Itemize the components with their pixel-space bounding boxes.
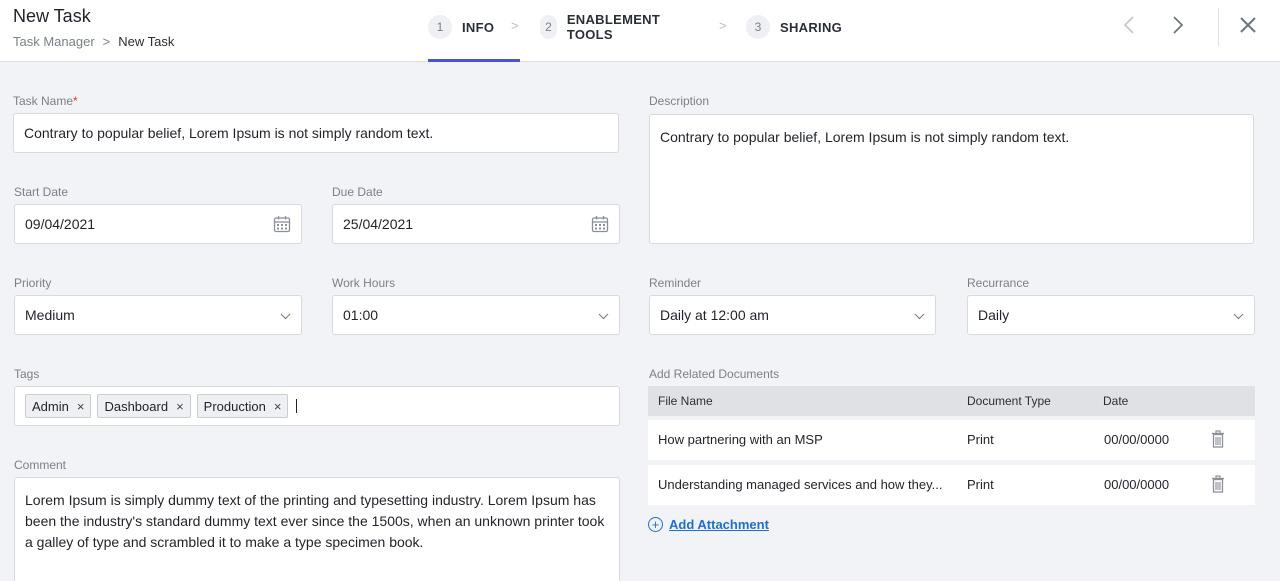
step-number: 1 [428,15,452,39]
recurrance-value: Daily [978,307,1010,323]
tag-label: Admin [32,398,69,414]
due-date-field[interactable]: 25/04/2021 [332,204,620,244]
work-hours-label: Work Hours [332,276,396,290]
description-textarea[interactable]: Contrary to popular belief, Lorem Ipsum … [649,114,1254,244]
column-header-document-type: Document Type [967,394,1051,408]
chevron-right-icon [1173,16,1184,34]
task-name-value: Contrary to popular belief, Lorem Ipsum … [24,125,434,141]
task-name-label: Task Name* [13,94,78,108]
column-header-file-name: File Name [658,394,713,408]
tag-chip: Admin × [25,394,92,418]
recurrance-label: Recurrance [967,276,1030,290]
table-row: How partnering with an MSP Print 00/00/0… [648,420,1255,460]
breadcrumb-task-manager[interactable]: Task Manager [13,34,95,49]
page-title: New Task [13,6,91,26]
comment-label: Comment [14,458,67,472]
step-label: SHARING [780,19,843,35]
add-circle-icon: + [648,516,663,532]
tag-label: Production [203,398,266,414]
add-attachment-link: Add Attachment [669,516,769,532]
document-type-cell: Print [967,432,994,447]
tag-chip: Production × [196,394,289,418]
close-icon [1240,17,1256,33]
add-attachment-button[interactable]: + Add Attachment [648,515,769,533]
table-row: Understanding managed services and how t… [648,465,1255,505]
text-cursor [296,399,298,413]
column-header-date: Date [1103,394,1129,408]
comment-textarea[interactable]: Lorem Ipsum is simply dummy text of the … [14,477,620,581]
start-date-label: Start Date [14,185,69,199]
documents-table-header: File Name Document Type Date [648,386,1255,416]
active-tab-indicator [428,59,520,62]
calendar-icon[interactable] [591,215,609,233]
required-mark: * [73,94,78,108]
recurrance-select[interactable]: Daily [967,295,1255,335]
work-hours-value: 01:00 [343,307,379,323]
description-label: Description [649,94,710,108]
chevron-left-icon [1123,16,1134,34]
breadcrumb: Task Manager > New Task [13,34,174,49]
related-documents-label: Add Related Documents [649,367,780,381]
tag-label: Dashboard [104,398,169,414]
step-label: INFO [462,19,495,35]
priority-value: Medium [25,307,75,323]
trash-icon[interactable] [1211,475,1225,493]
due-date-label: Due Date [332,185,383,199]
step-number: 3 [746,15,770,39]
reminder-label: Reminder [649,276,702,290]
step-number: 2 [540,15,557,39]
chevron-down-icon [598,309,609,320]
file-name-cell: Understanding managed services and how t… [658,477,943,492]
due-date-value: 25/04/2021 [343,216,414,232]
document-type-cell: Print [967,477,994,492]
chevron-down-icon [1233,309,1244,320]
trash-icon[interactable] [1211,430,1225,448]
priority-select[interactable]: Medium [14,295,302,335]
tag-chip: Dashboard × [97,394,191,418]
previous-step-button[interactable] [1118,14,1140,40]
remove-tag-icon[interactable]: × [274,399,282,414]
breadcrumb-separator: > [102,34,111,49]
reminder-select[interactable]: Daily at 12:00 am [649,295,936,335]
start-date-field[interactable]: 09/04/2021 [14,204,302,244]
remove-tag-icon[interactable]: × [176,399,184,414]
file-name-cell: How partnering with an MSP [658,432,823,447]
chevron-right-icon: > [511,18,519,33]
date-cell: 00/00/0000 [1104,477,1170,492]
breadcrumb-current: New Task [118,34,175,49]
date-cell: 00/00/0000 [1104,432,1170,447]
close-button[interactable] [1236,15,1260,39]
chevron-down-icon [914,309,925,320]
tab-sharing[interactable]: 3 SHARING [746,15,842,39]
reminder-value: Daily at 12:00 am [660,307,769,323]
task-name-input[interactable]: Contrary to popular belief, Lorem Ipsum … [13,113,619,153]
tags-input[interactable]: Admin × Dashboard × Production × [14,386,620,426]
start-date-value: 09/04/2021 [25,216,96,232]
step-label: ENABLEMENT TOOLS [566,12,661,42]
chevron-right-icon: > [719,18,727,33]
next-step-button[interactable] [1167,14,1189,40]
calendar-icon[interactable] [273,215,291,233]
tab-enablement-tools[interactable]: 2 ENABLEMENT TOOLS [540,12,667,42]
work-hours-select[interactable]: 01:00 [332,295,620,335]
remove-tag-icon[interactable]: × [77,399,85,414]
task-name-label-text: Task Name [13,94,74,108]
tab-info[interactable]: 1 INFO [428,15,494,39]
chevron-down-icon [280,309,291,320]
priority-label: Priority [14,276,52,290]
header-divider [1218,8,1219,46]
tags-label: Tags [14,367,40,381]
page-header: New Task Task Manager > New Task 1 INFO > … [0,0,1280,62]
